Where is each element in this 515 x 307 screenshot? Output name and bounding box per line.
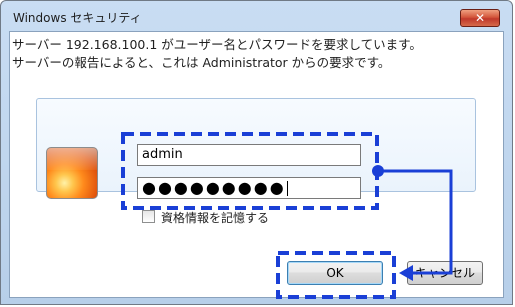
- password-value: ●●●●●●●●●: [142, 178, 286, 197]
- request-message-line-2: サーバーの報告によると、これは Administrator からの要求です。: [12, 55, 391, 70]
- cancel-button[interactable]: キャンセル: [407, 261, 483, 285]
- close-icon: ✕: [474, 11, 486, 25]
- password-field[interactable]: ●●●●●●●●●: [137, 177, 361, 199]
- user-picture-flower-icon: [46, 147, 98, 199]
- ok-button[interactable]: OK: [287, 261, 383, 285]
- window-title: Windows セキュリティ: [13, 11, 142, 25]
- avatar-sheen: [47, 148, 97, 170]
- username-field[interactable]: admin: [137, 144, 361, 166]
- remember-label: 資格情報を記憶する: [161, 211, 270, 225]
- request-message-line-1: サーバー 192.168.100.1 がユーザー名とパスワードを要求しています。: [12, 37, 422, 52]
- title-bar: Windows セキュリティ ✕: [1, 1, 512, 31]
- text-caret: [286, 181, 288, 196]
- remember-credentials-option[interactable]: 資格情報を記憶する: [142, 209, 269, 226]
- close-button[interactable]: ✕: [460, 9, 500, 27]
- remember-checkbox[interactable]: [142, 210, 155, 223]
- username-value: admin: [142, 147, 183, 162]
